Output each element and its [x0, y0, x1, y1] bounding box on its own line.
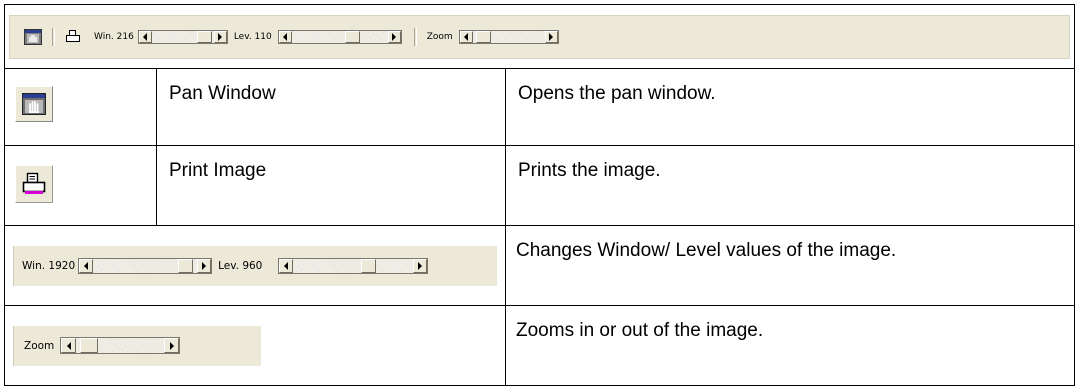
viewer-toolbar: Win. 216 Lev. 110 Zoom — [9, 14, 1070, 59]
zoom-slider-thumb[interactable] — [80, 338, 99, 353]
zoom-label: Zoom — [426, 31, 453, 42]
icon-cell — [4, 68, 157, 146]
scroll-left-icon[interactable] — [279, 258, 294, 273]
icon-cell: Win. 1920 Lev. 960 — [4, 225, 506, 306]
print-button[interactable] — [64, 28, 82, 46]
win-label: Win. 216 — [94, 31, 134, 42]
pan-window-icon — [24, 28, 42, 45]
scroll-right-icon[interactable] — [164, 338, 180, 353]
zoom-slider-thumb[interactable] — [475, 30, 491, 43]
scroll-left-icon[interactable] — [278, 30, 292, 43]
win-label: Win. 1920 — [22, 259, 76, 272]
window-scrollbar[interactable] — [137, 29, 228, 44]
window-level-control: Win. 1920 Lev. 960 — [13, 245, 497, 286]
zoom-scrollbar[interactable] — [60, 337, 181, 354]
tool-description: Opens the pan window. — [518, 83, 716, 104]
icon-cell — [4, 145, 157, 226]
icon-cell: Zoom — [4, 305, 506, 386]
tool-description: Changes Window/ Level values of the imag… — [516, 240, 897, 261]
print-button[interactable] — [15, 165, 53, 203]
scroll-right-icon[interactable] — [544, 30, 558, 43]
scroll-right-icon[interactable] — [387, 30, 401, 43]
tool-reference-table: Win. 216 Lev. 110 Zoom Pan Window Opens … — [4, 4, 1075, 386]
tool-description: Zooms in or out of the image. — [516, 320, 764, 341]
scroll-right-icon[interactable] — [413, 258, 428, 273]
pan-window-button[interactable] — [15, 86, 53, 122]
scroll-right-icon[interactable] — [213, 30, 227, 43]
window-scrollbar[interactable] — [78, 257, 213, 274]
table-row: Zoom Zooms in or out of the image. — [4, 305, 1075, 386]
table-row: Win. 1920 Lev. 960 Changes Window/ Level… — [4, 225, 1075, 306]
level-scrollbar[interactable] — [278, 257, 429, 274]
window-slider-thumb[interactable] — [178, 258, 194, 273]
zoom-label: Zoom — [24, 339, 55, 352]
scroll-right-icon[interactable] — [197, 258, 212, 273]
scroll-left-icon[interactable] — [79, 258, 94, 273]
table-row: Print Image Prints the image. — [4, 145, 1075, 226]
toolbar-separator — [413, 27, 417, 46]
table-row: Pan Window Opens the pan window. — [4, 68, 1075, 146]
print-icon — [22, 172, 46, 194]
scroll-left-icon[interactable] — [459, 30, 473, 43]
pan-window-button[interactable] — [22, 28, 44, 46]
zoom-scrollbar[interactable] — [458, 29, 559, 44]
scroll-left-icon[interactable] — [61, 338, 77, 353]
toolbar-separator — [52, 27, 55, 46]
toolbar-row: Win. 216 Lev. 110 Zoom — [4, 4, 1075, 69]
lev-label: Lev. 110 — [233, 31, 272, 42]
tool-name: Print Image — [169, 160, 267, 181]
tool-description: Prints the image. — [518, 160, 661, 181]
pan-window-icon — [22, 93, 46, 115]
window-slider-thumb[interactable] — [196, 30, 212, 43]
print-icon — [66, 30, 80, 42]
level-slider-thumb[interactable] — [344, 30, 360, 43]
level-scrollbar[interactable] — [277, 29, 402, 44]
tool-name: Pan Window — [169, 83, 276, 104]
level-slider-thumb[interactable] — [361, 258, 377, 273]
scroll-left-icon[interactable] — [138, 30, 152, 43]
lev-label: Lev. 960 — [218, 259, 263, 272]
zoom-control: Zoom — [13, 325, 261, 366]
